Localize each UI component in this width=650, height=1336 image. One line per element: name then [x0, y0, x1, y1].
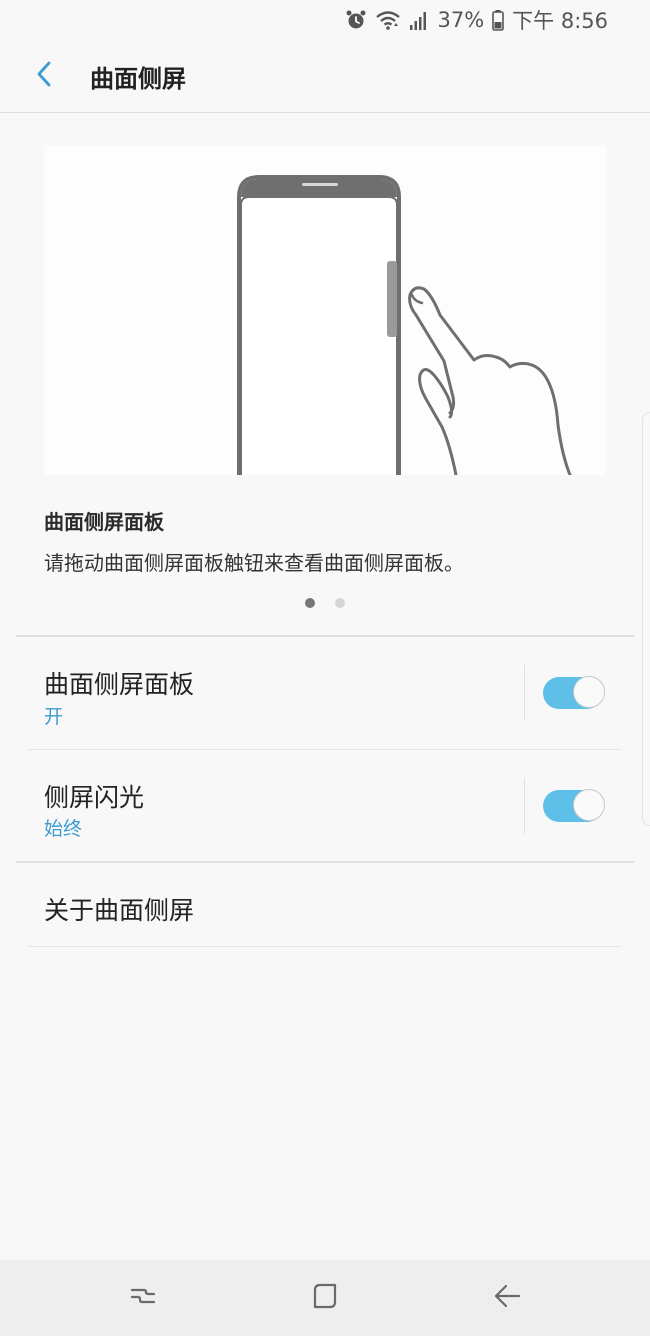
- wifi-icon: [375, 9, 401, 31]
- signal-icon: [409, 9, 429, 31]
- status-time: 下午 8:56: [512, 9, 608, 33]
- page-title: 曲面侧屏: [90, 65, 186, 93]
- battery-percent: 37%: [437, 8, 485, 32]
- navigation-bar: [0, 1260, 650, 1336]
- alarm-icon: [345, 9, 367, 31]
- home-button[interactable]: [305, 1278, 345, 1318]
- edge-lighting-title: 侧屏闪光: [44, 783, 145, 812]
- page-dot-1[interactable]: [305, 598, 315, 608]
- recents-icon: [129, 1282, 157, 1314]
- row-separator: [524, 665, 525, 721]
- edge-panel-handle[interactable]: [642, 412, 650, 826]
- page-indicator: [0, 598, 650, 612]
- item-divider: [28, 946, 622, 947]
- edge-lighting-toggle[interactable]: [543, 789, 605, 823]
- intro-card-title: 曲面侧屏面板: [44, 510, 164, 534]
- edge-panels-title: 曲面侧屏面板: [44, 670, 195, 699]
- edge-panels-row[interactable]: 曲面侧屏面板 开: [0, 637, 650, 749]
- back-arrow-icon: [493, 1282, 521, 1314]
- about-edge-screen-title: 关于曲面侧屏: [44, 896, 195, 925]
- edge-panels-toggle[interactable]: [543, 676, 605, 710]
- page-dot-2[interactable]: [335, 598, 345, 608]
- intro-card-description: 请拖动曲面侧屏面板触钮来查看曲面侧屏面板。: [44, 551, 464, 575]
- about-edge-screen-row[interactable]: 关于曲面侧屏: [0, 863, 650, 946]
- toggle-knob: [573, 789, 605, 821]
- edge-panels-status: 开: [44, 706, 64, 728]
- battery-icon: [492, 9, 504, 31]
- back-button[interactable]: [22, 58, 66, 94]
- row-separator: [524, 778, 525, 834]
- toggle-knob: [573, 676, 605, 708]
- chevron-left-icon: [35, 60, 53, 92]
- app-bar: 曲面侧屏: [0, 40, 650, 113]
- edge-panel-illustration: [44, 145, 606, 475]
- back-nav-button[interactable]: [487, 1278, 527, 1318]
- status-bar: 37% 下午 8:56: [0, 0, 650, 40]
- edge-lighting-status: 始终: [44, 818, 83, 840]
- edge-lighting-row[interactable]: 侧屏闪光 始终: [0, 750, 650, 861]
- recents-button[interactable]: [123, 1278, 163, 1318]
- home-icon: [311, 1282, 339, 1314]
